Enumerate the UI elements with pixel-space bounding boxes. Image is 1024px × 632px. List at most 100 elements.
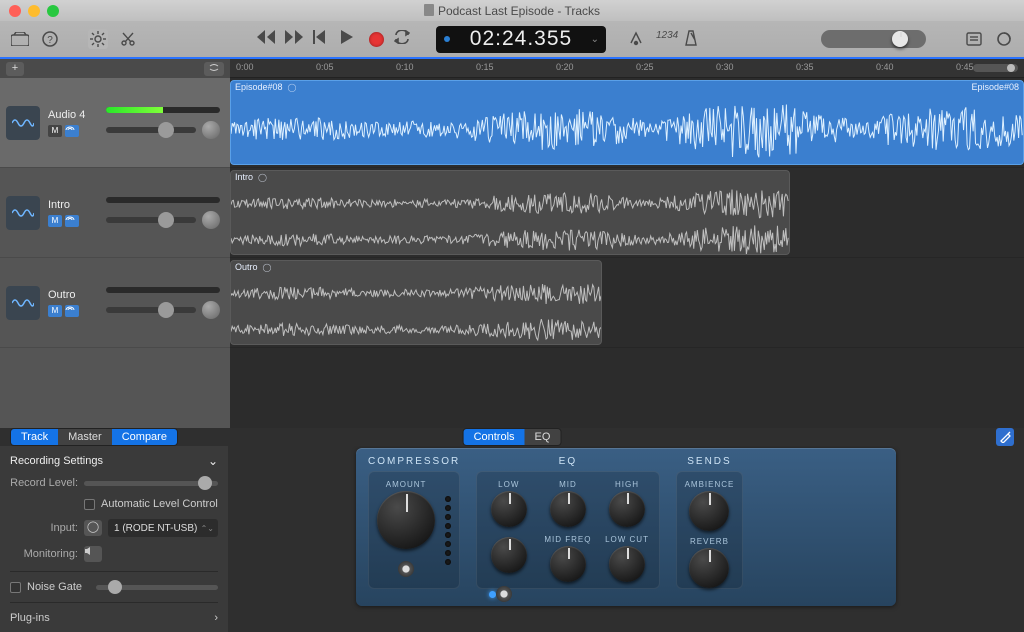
tab-controls[interactable]: Controls	[464, 429, 525, 445]
status-dot-icon	[444, 36, 450, 42]
reverb-knob[interactable]	[689, 548, 729, 588]
count-in-button[interactable]: 1234	[656, 30, 674, 48]
track-header[interactable]: Audio 4 M	[0, 78, 230, 168]
cycle-button[interactable]	[394, 30, 412, 48]
eq-knob[interactable]	[609, 546, 645, 582]
metronome-icon[interactable]	[684, 30, 702, 48]
time-ruler[interactable]: 0:000:050:100:150:200:250:300:350:400:45	[230, 59, 1024, 78]
edit-smart-controls-button[interactable]	[996, 428, 1014, 446]
solo-button[interactable]	[65, 125, 79, 137]
tab-track[interactable]: Track	[11, 429, 58, 445]
solo-button[interactable]	[65, 215, 79, 227]
eq-knob[interactable]	[491, 491, 527, 527]
go-to-start-button[interactable]	[313, 30, 331, 48]
master-volume-slider[interactable]	[821, 30, 926, 48]
audio-region[interactable]: Intro ◯	[230, 170, 790, 255]
chevron-right-icon[interactable]: ›	[214, 612, 218, 624]
ruler-tick: 0:00	[236, 62, 254, 72]
sends-title: SENDS	[687, 456, 731, 467]
pan-knob[interactable]	[202, 211, 220, 229]
input-select[interactable]: 1 (RODE NT-USB)⌃⌄	[108, 519, 218, 537]
settings-icon[interactable]	[88, 29, 108, 49]
track-type-icon	[6, 106, 40, 140]
compressor-amount-knob[interactable]	[377, 491, 435, 549]
loops-icon[interactable]	[994, 29, 1014, 49]
ruler-tick: 0:25	[636, 62, 654, 72]
track-lane[interactable]: Outro ◯	[230, 258, 1024, 348]
document-icon	[424, 4, 434, 16]
tuner-icon[interactable]	[628, 30, 646, 48]
track-header[interactable]: Intro M	[0, 168, 230, 258]
eq-knob[interactable]	[609, 491, 645, 527]
forward-button[interactable]	[285, 30, 303, 48]
track-name: Outro	[48, 289, 98, 301]
level-meter	[106, 107, 220, 113]
track-name: Intro	[48, 199, 98, 211]
close-icon[interactable]	[9, 5, 21, 17]
play-button[interactable]	[341, 30, 359, 48]
track-type-icon	[6, 286, 40, 320]
window-titlebar: Podcast Last Episode - Tracks	[0, 0, 1024, 21]
noise-gate-slider[interactable]	[96, 585, 218, 590]
eq-jack-icon	[496, 586, 512, 602]
volume-slider[interactable]	[106, 307, 196, 313]
inspector-tabs[interactable]: Track Master Compare	[10, 428, 178, 446]
rewind-button[interactable]	[257, 30, 275, 48]
mute-button[interactable]: M	[48, 215, 62, 227]
add-track-button[interactable]: +	[6, 62, 24, 76]
maximize-icon[interactable]	[47, 5, 59, 17]
minimize-icon[interactable]	[28, 5, 40, 17]
eq-knob[interactable]	[491, 537, 527, 573]
volume-slider[interactable]	[106, 217, 196, 223]
track-header[interactable]: Outro M	[0, 258, 230, 348]
audio-region[interactable]: Outro ◯	[230, 260, 602, 345]
monitoring-button[interactable]	[84, 546, 102, 562]
help-icon[interactable]: ?	[40, 29, 60, 49]
compressor-meter	[445, 480, 451, 580]
solo-button[interactable]	[65, 305, 79, 317]
zoom-slider[interactable]	[973, 64, 1018, 72]
scissors-icon[interactable]	[118, 29, 138, 49]
chevron-down-icon[interactable]: ⌄	[591, 34, 600, 45]
ambience-knob[interactable]	[689, 491, 729, 531]
track-header-options[interactable]	[204, 62, 224, 76]
compressor-jack-icon	[398, 561, 414, 577]
arrangement-area[interactable]: 0:000:050:100:150:200:250:300:350:400:45…	[230, 59, 1024, 428]
eq-indicator-icon	[489, 591, 496, 598]
mute-button[interactable]: M	[48, 305, 62, 317]
ruler-tick: 0:05	[316, 62, 334, 72]
eq-knob[interactable]	[550, 491, 586, 527]
pan-knob[interactable]	[202, 121, 220, 139]
view-tabs[interactable]: Controls EQ	[463, 428, 562, 446]
pan-knob[interactable]	[202, 301, 220, 319]
tab-compare[interactable]: Compare	[112, 429, 177, 445]
mute-button[interactable]: M	[48, 125, 62, 137]
amount-label: AMOUNT	[386, 480, 427, 489]
effects-panel: COMPRESSOR AMOUNT	[356, 448, 896, 606]
compressor-title: COMPRESSOR	[368, 456, 460, 467]
eq-knob-label: MID	[559, 480, 577, 489]
alc-checkbox[interactable]	[84, 499, 95, 510]
tab-eq[interactable]: EQ	[525, 429, 561, 445]
audio-region[interactable]: Episode#08 ◯Episode#08	[230, 80, 1024, 165]
noise-gate-label: Noise Gate	[27, 581, 82, 593]
ruler-tick: 0:30	[716, 62, 734, 72]
eq-knob-label: LOW CUT	[605, 535, 649, 544]
notepad-icon[interactable]	[964, 29, 984, 49]
eq-knob-label: MID FREQ	[544, 535, 591, 544]
input-format-button[interactable]: ◯	[84, 520, 102, 536]
volume-slider[interactable]	[106, 127, 196, 133]
track-name: Audio 4	[48, 109, 98, 121]
noise-gate-checkbox[interactable]	[10, 582, 21, 593]
track-lane[interactable]: Intro ◯	[230, 168, 1024, 258]
chevron-down-icon[interactable]: ⌄	[208, 454, 218, 468]
eq-knob[interactable]	[550, 546, 586, 582]
library-button[interactable]	[10, 29, 30, 49]
record-level-slider[interactable]	[84, 481, 218, 486]
tab-master[interactable]: Master	[58, 429, 112, 445]
record-button[interactable]	[369, 32, 384, 47]
track-lane[interactable]: Episode#08 ◯Episode#08	[230, 78, 1024, 168]
time-display[interactable]: 02:24.355 ⌄	[436, 26, 606, 53]
ruler-tick: 0:40	[876, 62, 894, 72]
level-meter	[106, 287, 220, 293]
